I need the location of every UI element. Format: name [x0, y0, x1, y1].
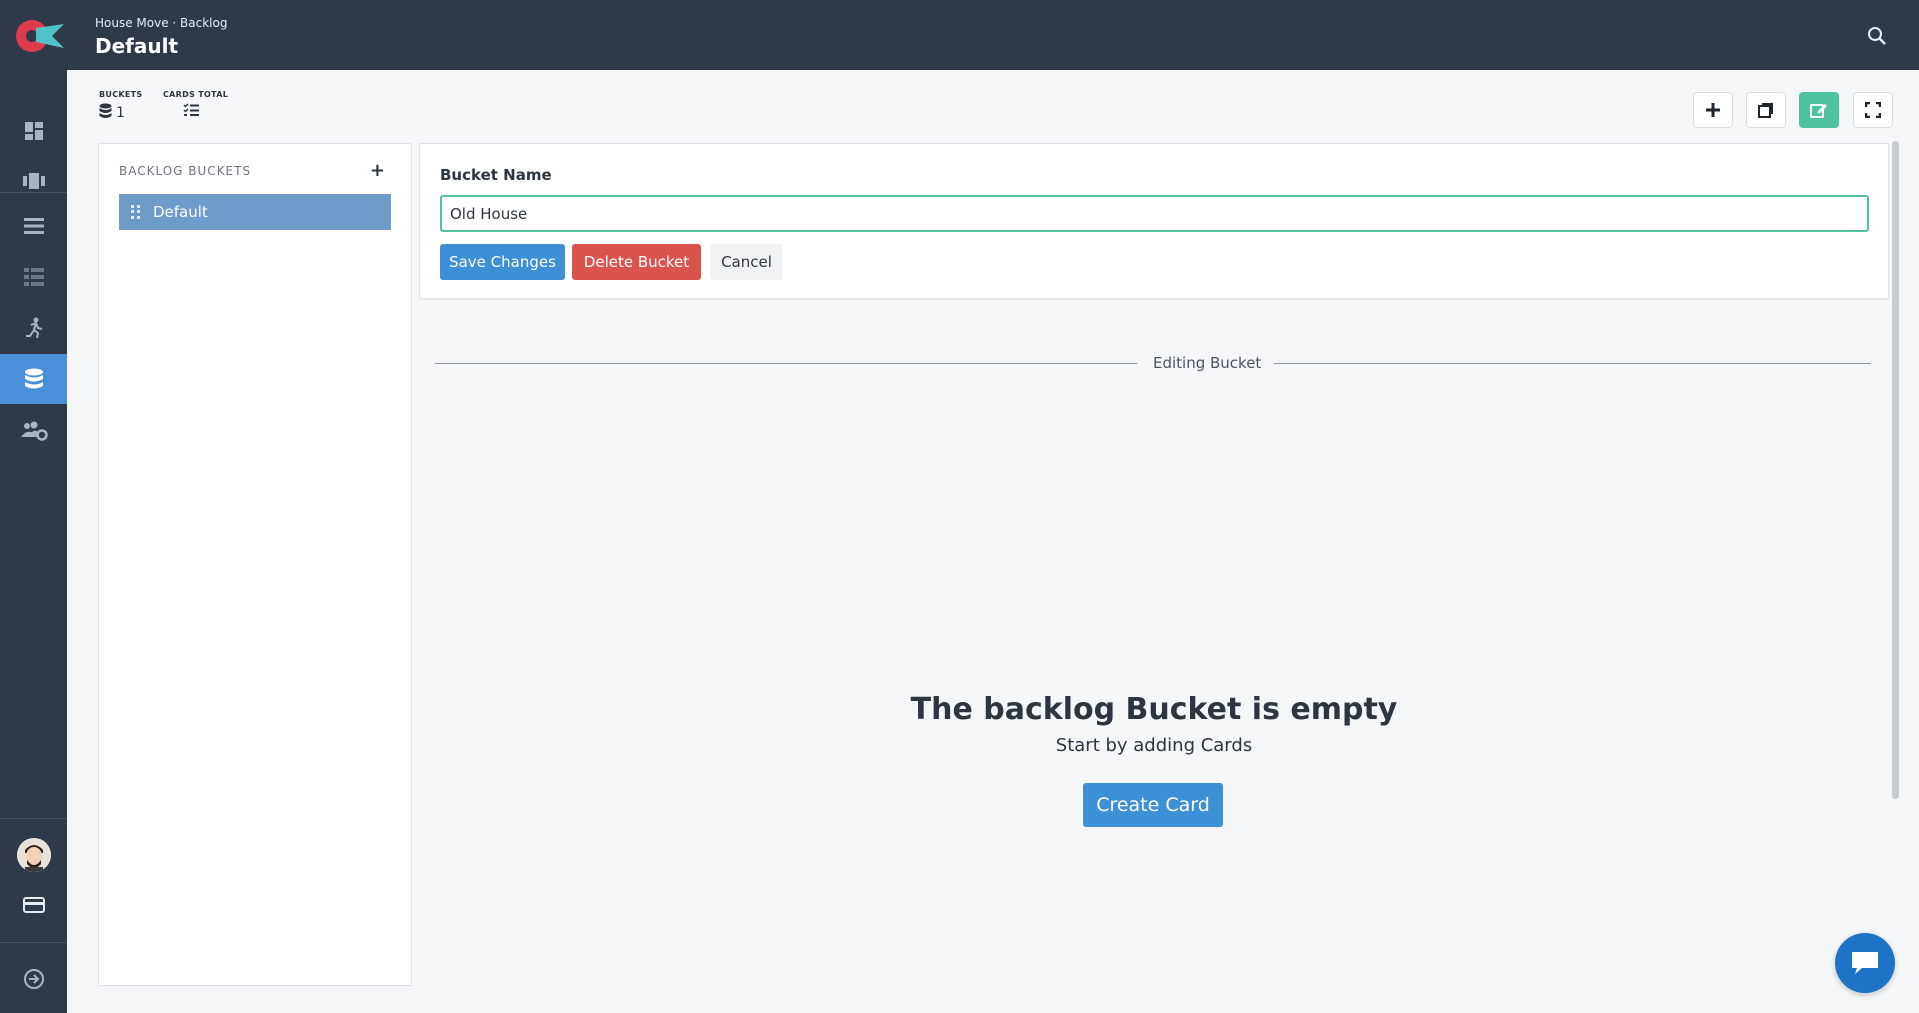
editing-bucket-divider-label: Editing Bucket — [1153, 354, 1262, 372]
team-settings-icon[interactable] — [0, 406, 67, 456]
billing-card-icon[interactable] — [0, 880, 67, 930]
chat-icon — [1852, 952, 1878, 974]
edit-icon — [1810, 104, 1827, 118]
cards-total-stat: CARDS TOTAL — [163, 90, 228, 121]
list-icon[interactable] — [0, 201, 67, 251]
cards-total-stat-label: CARDS TOTAL — [163, 90, 229, 99]
user-avatar[interactable] — [0, 830, 67, 880]
buckets-stat: BUCKETS 1 — [99, 90, 142, 123]
logout-icon[interactable] — [0, 954, 67, 1004]
backlog-buckets-panel: BACKLOG BUCKETS + Default — [98, 143, 412, 986]
edit-bucket-form: Bucket Name Save Changes Delete Bucket C… — [419, 143, 1889, 299]
expand-icon — [1865, 102, 1881, 118]
duplicate-button[interactable] — [1746, 92, 1786, 128]
empty-state-subtitle: Start by adding Cards — [1055, 735, 1253, 756]
cancel-button[interactable]: Cancel — [710, 244, 783, 280]
checklist-icon — [183, 103, 199, 121]
plus-icon — [1706, 103, 1720, 117]
page-title: Default — [95, 34, 179, 58]
scrollbar[interactable] — [1892, 141, 1899, 799]
divider-line-right — [1274, 363, 1871, 364]
copy-icon — [1758, 103, 1773, 118]
buckets-stat-label: BUCKETS — [99, 90, 143, 99]
left-nav-sidebar — [0, 70, 67, 1013]
bucket-name-input[interactable] — [440, 195, 1869, 232]
board-icon[interactable] — [0, 156, 67, 206]
breadcrumb[interactable]: House Move · Backlog — [95, 16, 227, 30]
top-header: House Move · Backlog Default — [0, 0, 1919, 70]
buckets-count: 1 — [116, 105, 125, 121]
bucket-item-label: Default — [153, 203, 208, 221]
fullscreen-button[interactable] — [1853, 92, 1893, 128]
bucket-name-label: Bucket Name — [440, 166, 552, 184]
dashboard-icon[interactable] — [0, 106, 67, 156]
sprint-runner-icon[interactable] — [0, 303, 67, 353]
table-icon[interactable] — [0, 252, 67, 302]
backlog-buckets-heading: BACKLOG BUCKETS — [119, 164, 252, 178]
search-icon[interactable] — [1867, 26, 1887, 46]
create-card-button[interactable]: Create Card — [1083, 783, 1223, 827]
database-icon[interactable] — [0, 354, 67, 404]
chat-support-button[interactable] — [1835, 933, 1895, 993]
save-changes-button[interactable]: Save Changes — [440, 244, 565, 280]
app-logo[interactable] — [14, 14, 66, 56]
add-bucket-button[interactable]: + — [370, 160, 385, 181]
drag-handle-icon[interactable] — [131, 205, 141, 219]
add-button[interactable] — [1693, 92, 1733, 128]
bucket-item-default[interactable]: Default — [119, 194, 391, 230]
empty-state-title: The backlog Bucket is empty — [910, 692, 1398, 727]
database-icon — [99, 103, 112, 123]
edit-button[interactable] — [1799, 92, 1839, 128]
delete-bucket-button[interactable]: Delete Bucket — [572, 244, 701, 280]
divider-line-left — [435, 363, 1137, 364]
